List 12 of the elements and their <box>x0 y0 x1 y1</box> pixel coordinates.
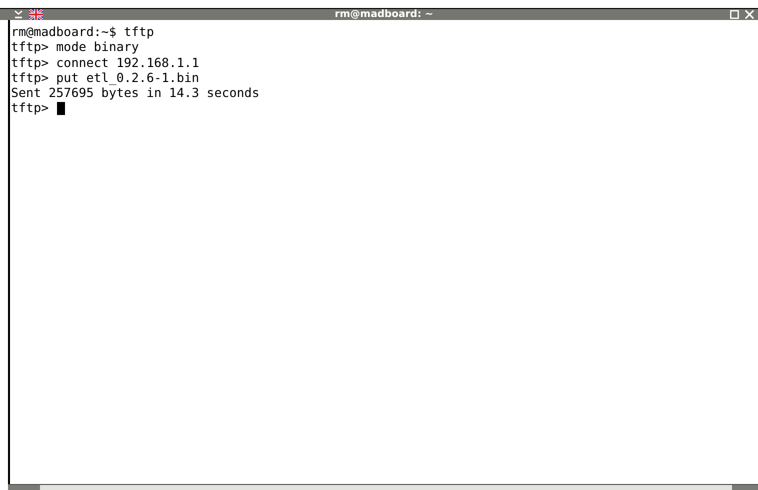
menu-arrow-icon[interactable] <box>14 10 23 19</box>
terminal-prompt: tftp> <box>11 100 49 116</box>
close-icon[interactable] <box>745 10 754 19</box>
maximize-icon[interactable] <box>730 10 739 19</box>
terminal-line: tftp> connect 192.168.1.1 <box>11 54 200 70</box>
terminal-line: tftp> mode binary <box>11 39 140 55</box>
text-cursor <box>56 102 65 115</box>
terminal-line: tftp> put etl_0.2.6-1.bin <box>11 70 200 86</box>
flag-icon[interactable] <box>29 9 43 20</box>
terminal-line: rm@madboard:~$ tftp <box>11 24 155 40</box>
window-title: rm@madboard: ~ <box>334 9 434 20</box>
terminal-line: Sent 257695 bytes in 14.3 seconds <box>11 85 260 100</box>
